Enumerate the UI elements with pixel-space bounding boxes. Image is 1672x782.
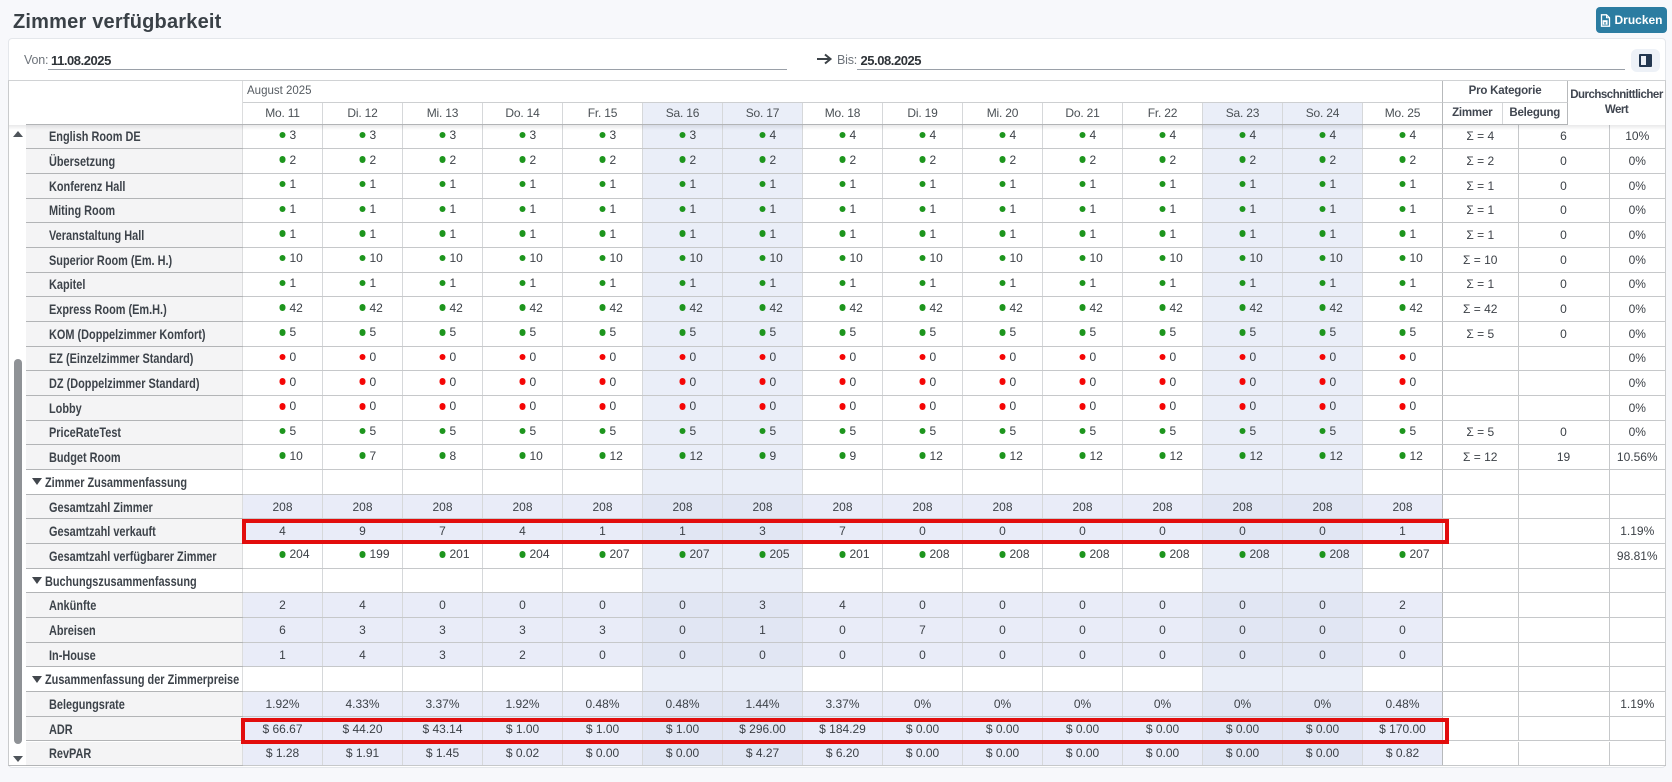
svg-text:x: x <box>1604 21 1607 26</box>
